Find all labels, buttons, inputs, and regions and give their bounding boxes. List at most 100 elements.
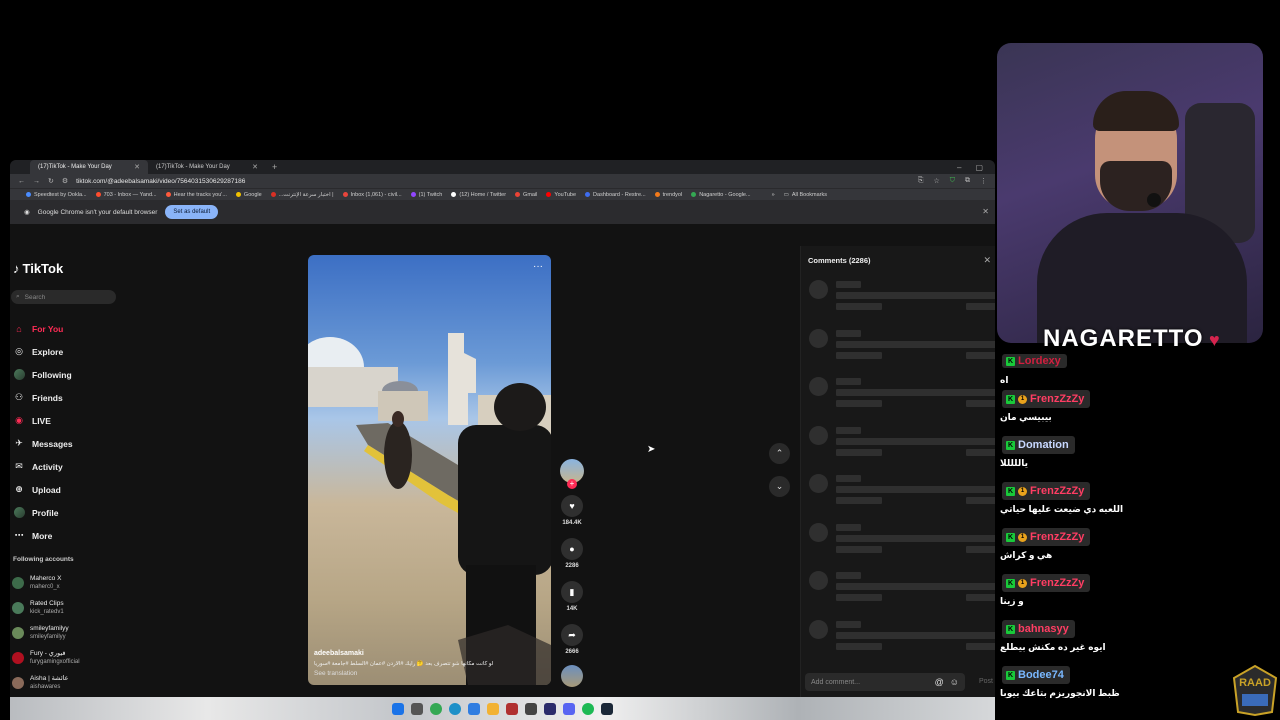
sidebar-item-messages[interactable]: ✈ Messages <box>13 432 72 455</box>
chrome-taskbar-icon[interactable] <box>430 702 442 715</box>
bookmark-item[interactable]: (1) Twitch <box>410 192 442 198</box>
chat-message: K Bodee74 ظبط الانجوريزم بتاعك بيوبا <box>1000 666 1140 712</box>
heart-icon[interactable]: ♥ <box>561 495 583 517</box>
site-info-icon[interactable]: ⚙ <box>62 177 68 185</box>
star-icon[interactable]: ☆ <box>933 177 939 185</box>
following-account[interactable]: Fury - فيوري furygamingxofficial <box>12 645 80 670</box>
close-icon[interactable]: ✕ <box>134 163 140 171</box>
bookmark-item[interactable]: Inbox (1,061) - civil... <box>342 192 402 198</box>
skeleton-block <box>836 340 995 348</box>
bookmark-item[interactable]: Speedtest by Ookla... <box>26 192 87 198</box>
bookmark-item[interactable]: Google <box>235 192 262 198</box>
sidebar-item-more[interactable]: ⋯ More <box>13 524 73 547</box>
save-count: 14K <box>566 606 578 612</box>
post-button[interactable]: Post <box>979 678 993 685</box>
taskbar-app-icon[interactable] <box>563 702 575 715</box>
bookmark-icon[interactable]: ▮ <box>561 581 583 603</box>
new-tab-icon[interactable]: + <box>272 162 277 172</box>
chat-username: K 1 FrenzZzZy <box>1002 528 1091 546</box>
chevron-right-icon[interactable]: » <box>772 192 775 198</box>
music-disc-icon[interactable] <box>561 665 583 687</box>
share-icon[interactable]: ➦ <box>561 624 583 646</box>
sidebar-item-explore[interactable]: ◎ Explore <box>13 340 73 363</box>
store-taskbar-icon[interactable] <box>468 702 480 715</box>
taskbar-app-icon[interactable] <box>525 702 537 715</box>
see-translation-link[interactable]: See translation <box>314 670 544 677</box>
maximize-icon[interactable]: ▢ <box>975 163 983 172</box>
comment-icon[interactable]: ● <box>561 538 583 560</box>
bookmark-item[interactable]: 703 - Inbox — Yand... <box>95 192 157 198</box>
video-player[interactable]: ··· adeebalsamaki لو كانت مكانها شو تتصر… <box>308 255 551 685</box>
sidebar-item-for-you[interactable]: ⌂ For You <box>13 317 73 340</box>
bookmark-favicon-icon <box>26 192 31 197</box>
account-name: Fury - فيوري <box>30 649 66 657</box>
close-icon[interactable]: ✕ <box>252 163 258 171</box>
bookmark-item[interactable]: (12) Home / Twitter <box>451 192 506 198</box>
sidebar-item-upload[interactable]: ⊕ Upload <box>13 478 73 501</box>
bookmark-item[interactable]: Dashboard - Restre... <box>585 192 646 198</box>
bookmark-item[interactable]: YouTube <box>546 192 576 198</box>
sidebar-item-activity[interactable]: ✉ Activity <box>13 455 73 478</box>
menu-icon[interactable]: ⋮ <box>980 177 987 185</box>
creator-avatar[interactable]: + <box>560 459 584 489</box>
skeleton-block <box>966 400 995 407</box>
sidebar-item-profile[interactable]: Profile <box>13 501 73 524</box>
minimize-icon[interactable]: – <box>957 163 961 172</box>
url-field[interactable]: tiktok.com/@adeebalsamaki/video/75640315… <box>76 178 245 185</box>
bookmark-item[interactable]: trendyol <box>654 191 683 198</box>
following-account[interactable]: Maherco Xmaherc0_x <box>12 570 80 595</box>
steam-taskbar-icon[interactable] <box>601 702 613 715</box>
edge-taskbar-icon[interactable] <box>449 702 461 715</box>
chat-text: يالللللا <box>1000 458 1028 468</box>
emoji-icon[interactable]: ☺ <box>950 677 959 687</box>
sidebar-item-live[interactable]: ◉ LIVE <box>13 409 73 432</box>
close-icon[interactable]: ✕ <box>982 207 989 216</box>
chevron-down-icon[interactable]: ⌄ <box>769 476 790 497</box>
following-account[interactable]: smileyfamilyy smileyfamilyy <box>12 620 80 645</box>
following-account[interactable]: Rated Clips kick_ratedv1 <box>12 595 80 620</box>
follow-plus-icon[interactable]: + <box>567 479 577 489</box>
close-icon[interactable]: ✕ <box>983 255 991 266</box>
account-name: Rated Clips <box>30 599 64 607</box>
add-comment-input[interactable]: Add comment... @ ☺ <box>805 673 965 691</box>
bookmark-favicon-icon <box>654 192 660 197</box>
forward-icon[interactable]: → <box>33 178 40 185</box>
more-options-icon[interactable]: ··· <box>533 261 543 272</box>
sidebar-item-friends[interactable]: ⚇ Friends <box>13 386 73 409</box>
chevron-up-icon[interactable]: ⌃ <box>769 443 790 464</box>
tab-tiktok-2[interactable]: (17)TikTok - Make Your Day ✕ <box>148 160 266 174</box>
following-account[interactable]: Aisha | عائشة aishawares <box>12 670 80 695</box>
streamer-beard <box>1100 161 1172 211</box>
bookmark-label: trendyol <box>662 191 683 198</box>
start-icon[interactable] <box>392 702 404 715</box>
sidebar-item-label: LIVE <box>32 415 51 426</box>
mention-icon[interactable]: @ <box>935 677 944 687</box>
extensions-icon[interactable]: ⧉ <box>965 177 970 185</box>
bookmark-item[interactable]: Hear the tracks you'... <box>165 192 227 198</box>
taskbar-app-icon[interactable] <box>506 702 518 715</box>
all-bookmarks[interactable]: ▭ All Bookmarks <box>784 192 827 198</box>
skeleton-block <box>836 620 861 628</box>
tiktok-logo[interactable]: ♪ TikTok <box>13 261 63 276</box>
sidebar-item-following[interactable]: Following <box>13 363 73 386</box>
back-icon[interactable]: ← <box>18 178 25 185</box>
spotify-taskbar-icon[interactable] <box>582 702 594 715</box>
bookmark-item[interactable]: Gmail <box>515 192 537 198</box>
tab-tiktok-1[interactable]: (17)TikTok - Make Your Day ✕ <box>30 160 148 174</box>
taskbar-app-icon[interactable] <box>411 702 423 715</box>
bookmark-item[interactable]: ...اختبار سرعة الإنترنت | <box>270 192 334 198</box>
shield-icon[interactable]: ⛉ <box>950 177 955 185</box>
video-author[interactable]: adeebalsamaki <box>314 650 544 657</box>
skeleton-block <box>809 619 828 639</box>
account-handle: kick_ratedv1 <box>30 608 64 615</box>
svg-text:RAAD: RAAD <box>1239 677 1271 689</box>
search-input[interactable]: ⌕ Search <box>11 290 116 304</box>
video-frame <box>308 333 551 685</box>
taskbar-app-icon[interactable] <box>544 702 556 715</box>
folder-taskbar-icon[interactable] <box>487 702 499 715</box>
install-icon[interactable]: ⎘ <box>918 177 924 185</box>
reload-icon[interactable]: ↻ <box>48 177 54 185</box>
bookmark-item[interactable]: Nagaretto - Google... <box>691 192 751 198</box>
set-default-button[interactable]: Set as default <box>165 205 219 219</box>
account-name: Maherco X <box>30 574 62 582</box>
